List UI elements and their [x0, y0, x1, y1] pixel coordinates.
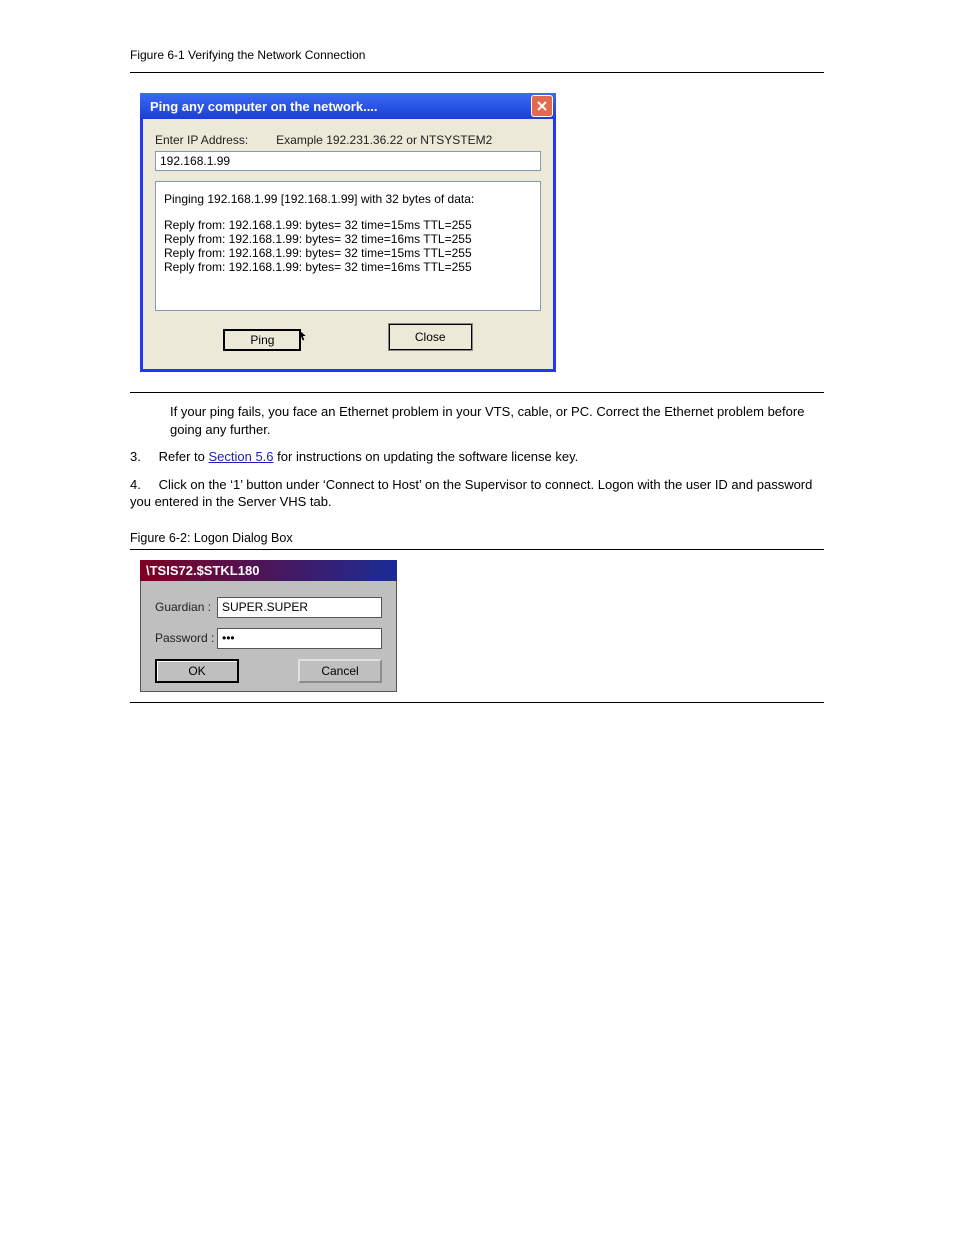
cancel-button[interactable]: Cancel — [298, 659, 382, 683]
step3-text-before: Refer to — [159, 449, 209, 464]
enter-ip-label: Enter IP Address: — [155, 133, 248, 147]
figure-caption-ping: Figure 6-1 Verifying the Network Connect… — [130, 48, 824, 62]
ping-titlebar: Ping any computer on the network.... — [140, 93, 556, 119]
step-number: 4. — [130, 476, 155, 494]
example-label: Example 192.231.36.22 or NTSYSTEM2 — [276, 133, 492, 147]
rule-above-ping — [130, 72, 824, 73]
rule-below-login — [130, 702, 824, 703]
output-line: Reply from: 192.168.1.99: bytes= 32 time… — [164, 246, 532, 260]
ping-dialog: Ping any computer on the network.... Ent… — [140, 93, 556, 372]
step-number: 3. — [130, 448, 155, 466]
step4-text: Click on the ‘1’ button under ‘Connect t… — [130, 477, 812, 510]
logon-title: \TSIS72.$STKL180 — [140, 560, 397, 581]
rule-above-login — [130, 549, 824, 550]
figure-label-logon: Figure 6-2: Logon Dialog Box — [130, 531, 824, 545]
ping-button[interactable]: Ping — [223, 329, 301, 351]
step3-text-after: for instructions on updating the softwar… — [277, 449, 578, 464]
output-line: Reply from: 192.168.1.99: bytes= 32 time… — [164, 218, 532, 232]
close-button[interactable]: Close — [388, 323, 473, 351]
guardian-label: Guardian : — [155, 600, 217, 614]
cursor-icon — [299, 328, 311, 344]
followup-paragraph: If your ping fails, you face an Ethernet… — [170, 403, 824, 438]
ip-address-input[interactable] — [155, 151, 541, 171]
logon-dialog: \TSIS72.$STKL180 Guardian : Password : O… — [140, 560, 397, 692]
ping-title: Ping any computer on the network.... — [150, 99, 378, 114]
output-line: Reply from: 192.168.1.99: bytes= 32 time… — [164, 232, 532, 246]
step-4: 4. Click on the ‘1’ button under ‘Connec… — [130, 476, 824, 511]
section-link[interactable]: Section 5.6 — [208, 449, 273, 464]
ping-output[interactable]: Pinging 192.168.1.99 [192.168.1.99] with… — [155, 181, 541, 311]
output-line: Reply from: 192.168.1.99: bytes= 32 time… — [164, 260, 532, 274]
password-input[interactable] — [217, 628, 382, 649]
password-label: Password : — [155, 631, 217, 645]
step-3: 3. Refer to Section 5.6 for instructions… — [130, 448, 824, 466]
close-icon[interactable] — [531, 95, 553, 117]
rule-below-ping — [130, 392, 824, 393]
guardian-input[interactable] — [217, 597, 382, 618]
output-header: Pinging 192.168.1.99 [192.168.1.99] with… — [164, 192, 532, 206]
ok-button[interactable]: OK — [155, 659, 239, 683]
